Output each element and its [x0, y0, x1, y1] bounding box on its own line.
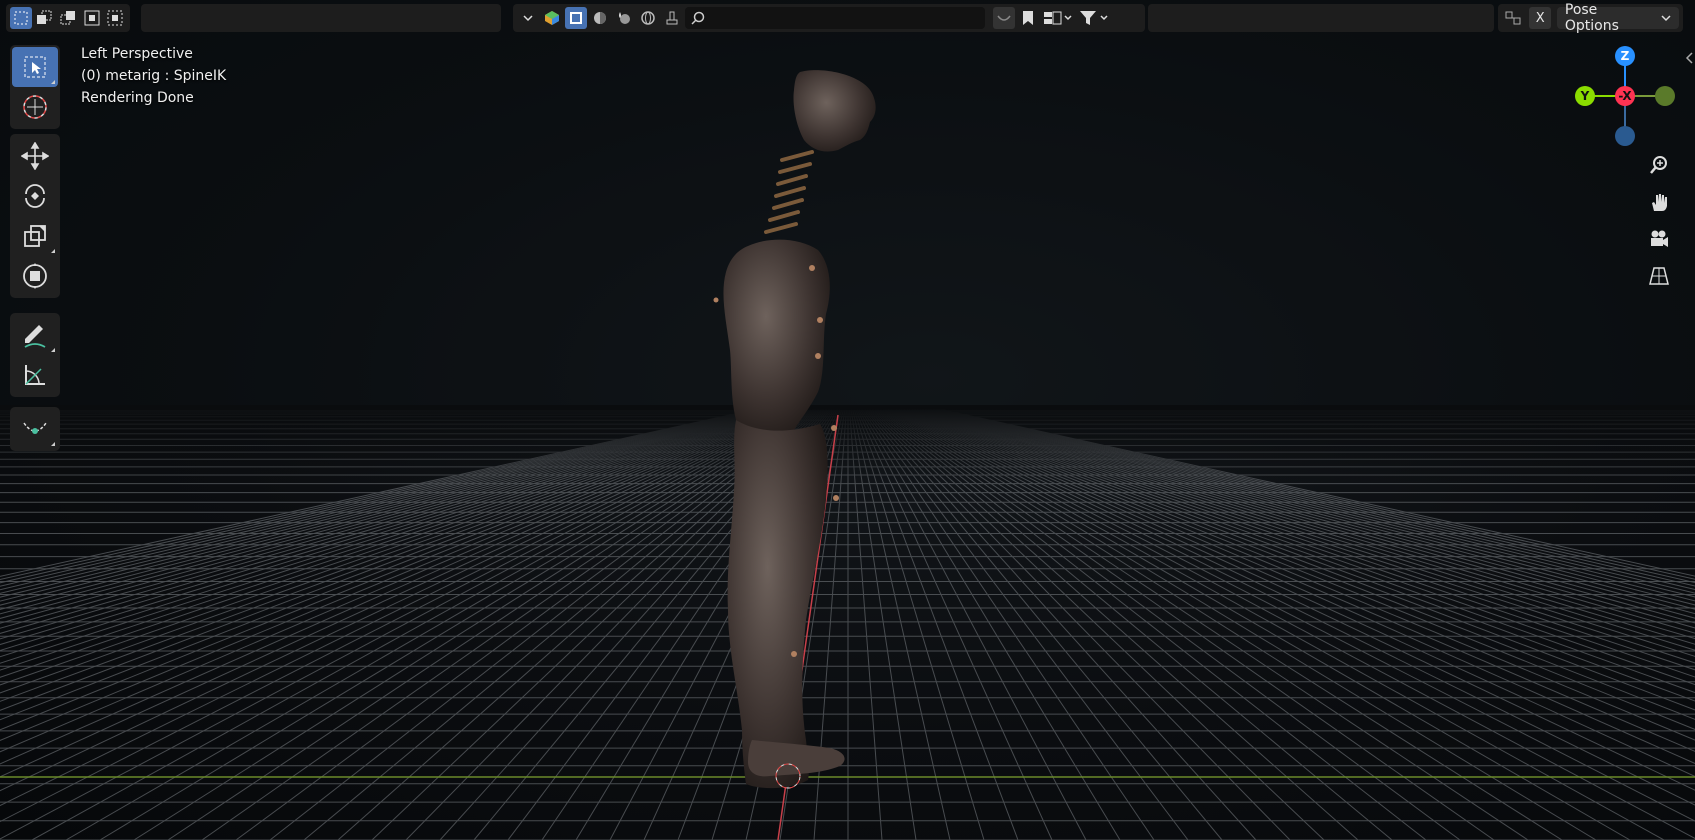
gizmo-neg-z-axis[interactable] — [1615, 126, 1635, 146]
chevron-left-icon — [1685, 52, 1693, 64]
render-preview-button[interactable] — [613, 7, 635, 29]
bookmark-icon — [1023, 11, 1033, 25]
rotate-tool[interactable] — [12, 176, 58, 216]
world-button[interactable] — [637, 7, 659, 29]
background-curtain — [0, 0, 1695, 410]
relax-pose-tool[interactable] — [12, 409, 58, 449]
select-invert-button[interactable] — [81, 7, 103, 29]
pan-button[interactable] — [1644, 187, 1674, 217]
search-icon — [691, 11, 705, 25]
scale-icon — [24, 225, 46, 247]
gizmo-y-axis[interactable]: Y — [1575, 86, 1595, 106]
gizmo-neg-y-axis[interactable] — [1655, 86, 1675, 106]
zoom-button[interactable] — [1644, 150, 1674, 180]
move-tool[interactable] — [12, 136, 58, 176]
transform-icon — [23, 263, 47, 289]
view-name-label: Left Perspective — [81, 46, 193, 62]
select-subtract-button[interactable] — [57, 7, 79, 29]
square-icon — [570, 12, 582, 24]
gizmo-toggle-button[interactable] — [661, 7, 683, 29]
curve-icon — [997, 15, 1011, 21]
stamp-icon — [666, 11, 678, 25]
chevron-down-icon — [523, 15, 533, 22]
selection-mode-group — [6, 4, 130, 32]
select-intersect-button[interactable] — [104, 7, 126, 29]
perspective-toggle-button[interactable] — [1644, 261, 1674, 291]
select-invert-icon — [84, 10, 100, 26]
scale-tool[interactable] — [12, 216, 58, 256]
filter-dropdown-button[interactable] — [1077, 7, 1111, 29]
3d-cursor-icon — [23, 95, 47, 119]
select-new-button[interactable] — [10, 7, 32, 29]
pose-options-dropdown[interactable]: Pose Options — [1556, 2, 1679, 34]
x-mirror-toggle[interactable]: X — [1529, 7, 1551, 29]
annotate-tool-group — [10, 313, 60, 397]
globe-icon — [641, 11, 655, 25]
move-arrows-icon — [21, 142, 49, 170]
measure-tool[interactable] — [12, 355, 58, 395]
select-new-icon — [14, 11, 28, 25]
camera-view-button[interactable] — [1644, 224, 1674, 254]
transform-tool-group — [10, 134, 60, 298]
zoom-icon — [1650, 156, 1667, 174]
select-extend-button[interactable] — [34, 7, 56, 29]
3d-viewport[interactable]: Left Perspective (0) metarig : SpineIK R… — [0, 0, 1695, 840]
droplet-sphere-icon — [619, 12, 630, 24]
grid-perspective-icon — [1649, 267, 1669, 285]
gizmo-z-axis[interactable]: Z — [1615, 46, 1635, 66]
sidebar-toggle-arrow[interactable] — [1685, 50, 1695, 64]
select-box-tool[interactable] — [12, 47, 58, 87]
cursor-select-icon — [24, 56, 46, 78]
horizon-fade — [0, 405, 1695, 485]
solid-shading-button[interactable] — [541, 7, 563, 29]
ruler-icon — [25, 365, 45, 385]
cursor-tool[interactable] — [12, 87, 58, 127]
snap-settings-button[interactable] — [1502, 7, 1523, 29]
select-tool-group — [10, 45, 60, 129]
layout-icon — [1044, 11, 1072, 25]
sphere-icon — [594, 12, 606, 24]
camera-icon — [1651, 230, 1668, 247]
filter-icon — [1080, 11, 1108, 25]
pencil-icon — [24, 325, 46, 348]
transform-tool[interactable] — [12, 256, 58, 296]
colorful-cube-icon — [545, 11, 559, 25]
transform-pivot-icon — [1505, 11, 1521, 25]
header-right-toolbar: X Pose Options — [1498, 2, 1683, 34]
hand-icon — [1652, 194, 1667, 211]
breakdown-curve-icon — [23, 422, 47, 434]
rotate-icon — [25, 184, 45, 208]
select-intersect-icon — [107, 10, 123, 26]
select-extend-icon — [37, 10, 52, 24]
header-center-toolbar — [513, 4, 1145, 32]
chevron-down-icon — [1661, 15, 1671, 22]
annotate-tool[interactable] — [12, 315, 58, 355]
layout-dropdown-button[interactable] — [1041, 7, 1075, 29]
active-object-label: (0) metarig : SpineIK — [81, 68, 227, 84]
search-input[interactable] — [685, 7, 985, 29]
pose-options-label: Pose Options — [1564, 2, 1619, 34]
viewport-scene — [0, 0, 1695, 840]
material-preview-button[interactable] — [589, 7, 611, 29]
render-status-label: Rendering Done — [81, 90, 194, 106]
object-mode-button[interactable] — [565, 7, 587, 29]
extra-tool-group — [10, 407, 60, 451]
bookmark-button[interactable] — [1017, 7, 1039, 29]
navigation-gizmo[interactable]: Z Y -X — [1570, 44, 1680, 146]
select-subtract-icon — [60, 11, 75, 25]
gizmo-x-axis[interactable]: -X — [1615, 86, 1635, 106]
proportional-edit-button[interactable] — [993, 7, 1015, 29]
header-spacer-left — [141, 4, 501, 32]
header-spacer-right — [1148, 4, 1494, 32]
view-dropdown-button[interactable] — [517, 7, 539, 29]
